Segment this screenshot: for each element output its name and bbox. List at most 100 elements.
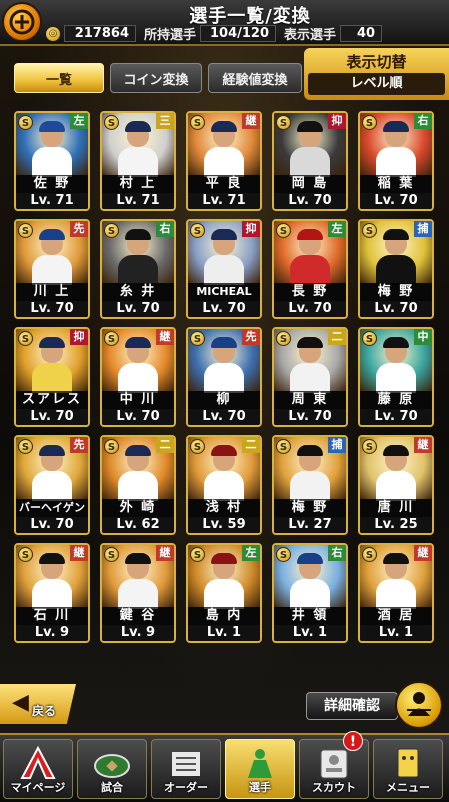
player-name: 梅 野 — [360, 283, 432, 301]
position-badge: 二 — [328, 329, 346, 345]
scout-notification-badge: ! — [343, 731, 363, 751]
player-card[interactable]: S 二周 東 Lv. 70 — [272, 327, 348, 427]
tab-exp-convert[interactable]: 経験値変換 — [208, 63, 302, 93]
coin-icon: S — [18, 115, 33, 130]
coin-icon: S — [190, 223, 205, 238]
coin-icon: S — [18, 331, 33, 346]
player-level: Lv. 70 — [16, 301, 88, 317]
player-level: Lv. 27 — [274, 517, 346, 533]
player-card[interactable]: S 捕梅 野 Lv. 27 — [272, 435, 348, 535]
player-card[interactable]: S 継鍵 谷 Lv. 9 — [100, 543, 176, 643]
player-card[interactable]: S 継中 川 Lv. 70 — [100, 327, 176, 427]
player-level: Lv. 70 — [360, 193, 432, 209]
player-silhouette — [32, 553, 72, 609]
player-silhouette — [118, 553, 158, 609]
back-button[interactable]: ◀ 戻る — [0, 684, 76, 724]
display-switch-title: 表示切替 — [346, 53, 407, 71]
player-level: Lv. 70 — [360, 409, 432, 425]
display-switch-button[interactable]: 表示切替 レベル順 — [304, 48, 449, 100]
player-silhouette — [376, 553, 416, 609]
tab-list[interactable]: 一覧 — [14, 63, 104, 93]
player-card[interactable]: S 先川 上 Lv. 70 — [14, 219, 90, 319]
player-card[interactable]: S 左佐 野 Lv. 71 — [14, 111, 90, 211]
player-card[interactable]: S 二外 崎 Lv. 62 — [100, 435, 176, 535]
player-silhouette — [204, 553, 244, 609]
player-level: Lv. 71 — [16, 193, 88, 209]
player-card[interactable]: S 抑岡 島 Lv. 70 — [272, 111, 348, 211]
back-label: 戻る — [32, 704, 57, 718]
position-badge: 抑 — [70, 329, 88, 345]
coin-icon: S — [104, 439, 119, 454]
position-badge: 継 — [156, 545, 174, 561]
player-card[interactable]: S 先柳 Lv. 70 — [186, 327, 262, 427]
nav-label: オーダー — [164, 781, 208, 794]
player-card[interactable]: S 抑スアレス Lv. 70 — [14, 327, 90, 427]
player-card[interactable]: S 継唐 川 Lv. 25 — [358, 435, 434, 535]
shown-count: 40 — [340, 25, 383, 42]
player-card[interactable]: S 継酒 居 Lv. 1 — [358, 543, 434, 643]
position-badge: 先 — [70, 221, 88, 237]
player-level: Lv. 70 — [16, 517, 88, 533]
player-card[interactable]: S 継平 良 Lv. 71 — [186, 111, 262, 211]
coin-count: 217864 — [64, 25, 136, 42]
coin-icon: S — [190, 331, 205, 346]
player-card[interactable]: S 捕梅 野 Lv. 70 — [358, 219, 434, 319]
player-name: 佐 野 — [16, 175, 88, 193]
player-name: 梅 野 — [274, 499, 346, 517]
nav-item-0[interactable]: マイページ — [3, 739, 73, 799]
status-bar: ◎ 217864 所持選手 104/120 表示選手 40 — [46, 25, 446, 43]
nav-label: 選手 — [249, 781, 271, 794]
detail-person-icon[interactable] — [395, 681, 443, 729]
page-title: 選手一覧/変換 — [189, 6, 311, 27]
position-badge: 右 — [156, 221, 174, 237]
player-name: バーヘイゲン — [16, 499, 88, 517]
position-badge: 右 — [328, 545, 346, 561]
player-silhouette — [118, 229, 158, 285]
coin-icon: S — [362, 223, 377, 238]
player-level: Lv. 1 — [360, 625, 432, 641]
player-level: Lv. 59 — [188, 517, 260, 533]
owned-label: 所持選手 — [144, 28, 197, 43]
player-card[interactable]: S 右井 領 Lv. 1 — [272, 543, 348, 643]
player-card[interactable]: S 抑 MICHEAL Lv. 70 — [186, 219, 262, 319]
player-name: 稲 葉 — [360, 175, 432, 193]
player-card[interactable]: S 三村 上 Lv. 71 — [100, 111, 176, 211]
player-level: Lv. 25 — [360, 517, 432, 533]
player-name: 周 東 — [274, 391, 346, 409]
player-name: 長 野 — [274, 283, 346, 301]
coin-icon: S — [190, 547, 205, 562]
position-badge: 右 — [414, 113, 432, 129]
player-card[interactable]: S 先バーヘイゲン Lv. 70 — [14, 435, 90, 535]
nav-item-1[interactable]: 試合 — [77, 739, 147, 799]
coin-icon: S — [276, 439, 291, 454]
player-name: 川 上 — [16, 283, 88, 301]
detail-check-button[interactable]: 詳細確認 — [306, 692, 398, 720]
position-badge: 左 — [70, 113, 88, 129]
nav-item-5[interactable]: メニュー — [373, 739, 443, 799]
player-silhouette — [290, 121, 330, 177]
header-bar: 選手一覧/変換 ◎ 217864 所持選手 104/120 表示選手 40 — [0, 0, 449, 46]
nav-item-2[interactable]: オーダー — [151, 739, 221, 799]
coin-icon: S — [18, 223, 33, 238]
nav-label: マイページ — [10, 781, 66, 794]
team-logo — [2, 2, 42, 42]
player-level: Lv. 62 — [102, 517, 174, 533]
player-card[interactable]: S 左長 野 Lv. 70 — [272, 219, 348, 319]
nav-label: スカウト — [312, 781, 356, 794]
player-name: 島 内 — [188, 607, 260, 625]
player-card[interactable]: S 左島 内 Lv. 1 — [186, 543, 262, 643]
nav-item-3[interactable]: 選手 — [225, 739, 295, 799]
player-card[interactable]: S 右稲 葉 Lv. 70 — [358, 111, 434, 211]
tab-coin-convert[interactable]: コイン変換 — [110, 63, 202, 93]
player-name: 井 領 — [274, 607, 346, 625]
player-name: 柳 — [188, 391, 260, 409]
player-card[interactable]: S 二浅 村 Lv. 59 — [186, 435, 262, 535]
player-name: 村 上 — [102, 175, 174, 193]
player-card[interactable]: S 継石 川 Lv. 9 — [14, 543, 90, 643]
player-silhouette — [204, 445, 244, 501]
player-card[interactable]: S 右糸 井 Lv. 70 — [100, 219, 176, 319]
player-card[interactable]: S 中藤 原 Lv. 70 — [358, 327, 434, 427]
position-badge: 抑 — [328, 113, 346, 129]
coin-icon: S — [362, 331, 377, 346]
player-name: スアレス — [16, 391, 88, 409]
